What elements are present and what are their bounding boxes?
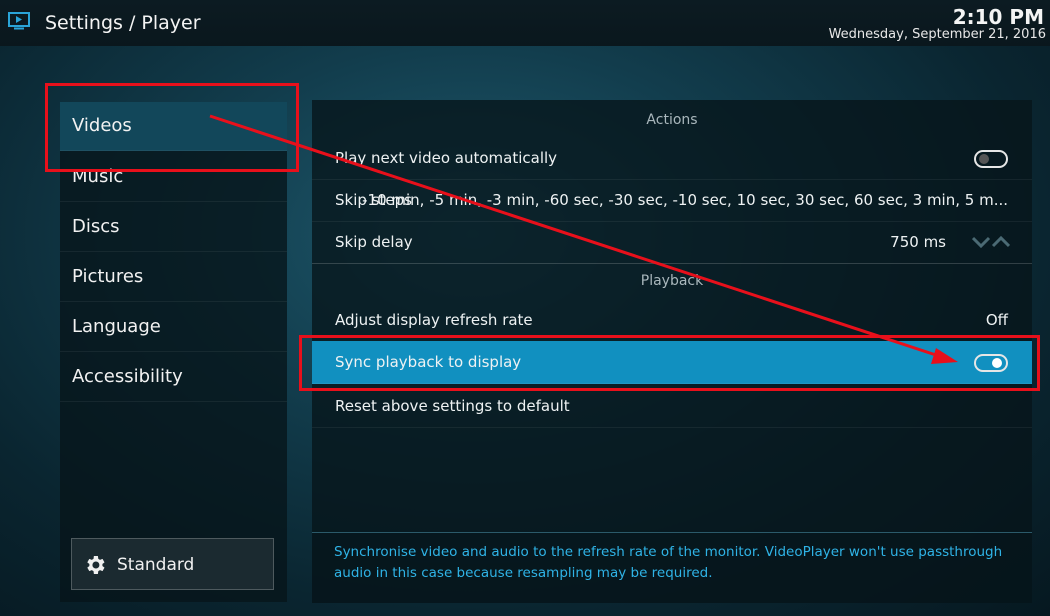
category-sidebar: Videos Music Discs Pictures Language Acc… xyxy=(60,102,287,602)
refresh-rate-value: Off xyxy=(985,311,1008,329)
play-next-toggle[interactable] xyxy=(974,150,1008,168)
setting-label: Skip delay xyxy=(335,233,413,251)
clock: 2:10 PM xyxy=(952,5,1044,29)
sidebar-item-label: Discs xyxy=(72,216,120,237)
settings-panel: Actions Play next video automatically Sk… xyxy=(312,100,1032,532)
settings-app-icon xyxy=(8,12,30,30)
sidebar-item-label: Language xyxy=(72,316,161,337)
setting-play-next[interactable]: Play next video automatically xyxy=(312,137,1032,180)
annotation-highlight-videos xyxy=(45,83,299,172)
description-text: Synchronise video and audio to the refre… xyxy=(334,544,1003,581)
spin-arrows-icon[interactable] xyxy=(972,236,1010,248)
section-header-actions: Actions xyxy=(646,112,698,128)
skip-steps-value: -10 min, -5 min, -3 min, -60 sec, -30 se… xyxy=(362,191,1008,209)
setting-description: Synchronise video and audio to the refre… xyxy=(312,532,1032,603)
date: Wednesday, September 21, 2016 xyxy=(828,27,1046,42)
sidebar-item-pictures[interactable]: Pictures xyxy=(60,253,287,302)
top-bar: Settings / Player 2:10 PM Wednesday, Sep… xyxy=(0,0,1050,46)
setting-skip-delay[interactable]: Skip delay 750 ms xyxy=(312,221,1032,264)
setting-reset-defaults[interactable]: Reset above settings to default xyxy=(312,385,1032,428)
sidebar-item-label: Accessibility xyxy=(72,366,183,387)
sidebar-item-language[interactable]: Language xyxy=(60,303,287,352)
sidebar-item-accessibility[interactable]: Accessibility xyxy=(60,353,287,402)
sidebar-item-label: Pictures xyxy=(72,266,144,287)
skip-delay-value: 750 ms xyxy=(890,233,946,251)
setting-label: Reset above settings to default xyxy=(335,397,570,415)
settings-level-label: Standard xyxy=(117,555,195,575)
setting-label: Adjust display refresh rate xyxy=(335,311,533,329)
setting-skip-steps[interactable]: Skip steps -10 min, -5 min, -3 min, -60 … xyxy=(312,179,1032,222)
section-divider xyxy=(312,263,1032,264)
page-title: Settings / Player xyxy=(45,12,201,34)
section-header-playback: Playback xyxy=(640,273,704,289)
annotation-highlight-sync xyxy=(299,335,1040,391)
gear-icon xyxy=(87,556,105,574)
setting-label: Play next video automatically xyxy=(335,149,558,167)
sidebar-item-discs[interactable]: Discs xyxy=(60,203,287,252)
settings-level-button[interactable]: Standard xyxy=(71,538,274,590)
